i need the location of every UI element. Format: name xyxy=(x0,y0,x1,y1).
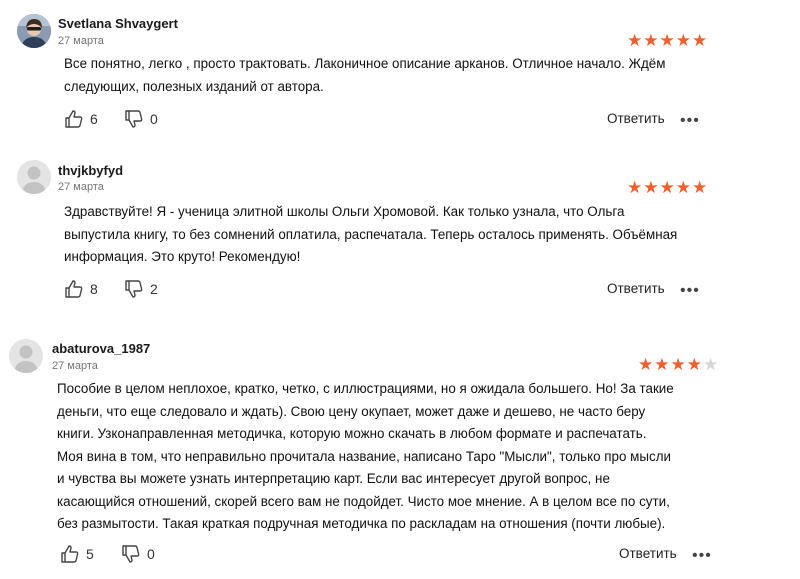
more-options-icon[interactable]: ••• xyxy=(680,113,700,129)
avatar[interactable] xyxy=(17,160,51,194)
review-text: Здравствуйте! Я - ученица элитной школы … xyxy=(64,201,677,269)
review-text-line: деньги, что еще следовало и ждать). Свою… xyxy=(57,403,646,419)
review-text-line: следующих, полезных изданий от автора. xyxy=(64,78,324,94)
like-button[interactable]: 6 xyxy=(64,109,98,129)
star-icon: ★ xyxy=(627,178,643,197)
review-text-line: Здравствуйте! Я - ученица элитной школы … xyxy=(64,204,625,219)
star-icon: ★ xyxy=(627,31,643,50)
star-empty-icon: ★ xyxy=(703,355,719,374)
review-text-line: выпустила книгу, то без сомнений оплатил… xyxy=(64,226,678,242)
star-icon: ★ xyxy=(643,31,659,50)
like-button[interactable]: 8 xyxy=(64,279,98,299)
thumbs-down-icon xyxy=(124,109,144,129)
star-icon: ★ xyxy=(692,31,708,50)
star-icon: ★ xyxy=(643,178,659,197)
review-text-line: касающийся отношений, скорей всего вам н… xyxy=(57,493,670,509)
star-icon: ★ xyxy=(659,178,675,197)
star-icon: ★ xyxy=(692,178,708,197)
dislike-count: 2 xyxy=(150,281,158,297)
dislike-button[interactable]: 0 xyxy=(124,109,158,129)
dislike-button[interactable]: 2 xyxy=(124,279,158,299)
review-author[interactable]: abaturova_1987 xyxy=(52,341,150,356)
review-author[interactable]: Svetlana Shvaygert xyxy=(58,16,178,31)
rating-stars: ★ ★ ★ ★ ★ xyxy=(627,179,707,196)
review-text-line: Моя вина в том, что неправильно прочитал… xyxy=(57,448,671,464)
review-text-line: Все понятно, легко , просто трактовать. … xyxy=(64,56,666,71)
thumbs-up-icon xyxy=(60,544,80,564)
review-text-line: Пособие в целом неплохое, кратко, четко,… xyxy=(57,381,674,396)
star-icon: ★ xyxy=(670,355,686,374)
like-count: 6 xyxy=(90,111,98,127)
review-text: Пособие в целом неплохое, кратко, четко,… xyxy=(57,378,674,536)
review-text-line: информация. Это круто! Рекомендую! xyxy=(64,249,301,264)
star-icon: ★ xyxy=(675,178,691,197)
star-icon: ★ xyxy=(638,355,654,374)
star-icon: ★ xyxy=(659,31,675,50)
star-icon: ★ xyxy=(686,355,702,374)
review-text-line: без размытости. Такая краткая подручная … xyxy=(57,516,666,531)
reply-button[interactable]: Ответить xyxy=(607,281,665,296)
avatar[interactable] xyxy=(9,339,43,373)
dislike-button[interactable]: 0 xyxy=(121,544,155,564)
reply-button[interactable]: Ответить xyxy=(619,546,677,561)
more-options-icon[interactable]: ••• xyxy=(680,283,700,299)
star-icon: ★ xyxy=(675,31,691,50)
like-button[interactable]: 5 xyxy=(60,544,94,564)
rating-stars: ★ ★ ★ ★ ★ xyxy=(638,356,718,373)
review-author[interactable]: thvjkbyfyd xyxy=(58,163,123,178)
review-text-line: и чувства вы можете узнать интерпретацию… xyxy=(57,471,610,486)
thumbs-down-icon xyxy=(124,279,144,299)
like-count: 5 xyxy=(86,546,94,562)
review-text: Все понятно, легко , просто трактовать. … xyxy=(64,53,665,98)
review-date: 27 марта xyxy=(52,360,98,372)
dislike-count: 0 xyxy=(150,111,158,127)
review-text-line: книги. Узконаправленная методичка, котор… xyxy=(57,426,647,441)
rating-stars: ★ ★ ★ ★ ★ xyxy=(627,32,707,49)
thumbs-down-icon xyxy=(121,544,141,564)
avatar[interactable] xyxy=(17,14,51,48)
thumbs-up-icon xyxy=(64,109,84,129)
review-date: 27 марта xyxy=(58,35,104,47)
thumbs-up-icon xyxy=(64,279,84,299)
reply-button[interactable]: Ответить xyxy=(607,111,665,126)
review-date: 27 марта xyxy=(58,181,104,193)
star-icon: ★ xyxy=(654,355,670,374)
dislike-count: 0 xyxy=(147,546,155,562)
more-options-icon[interactable]: ••• xyxy=(692,548,712,564)
like-count: 8 xyxy=(90,281,98,297)
